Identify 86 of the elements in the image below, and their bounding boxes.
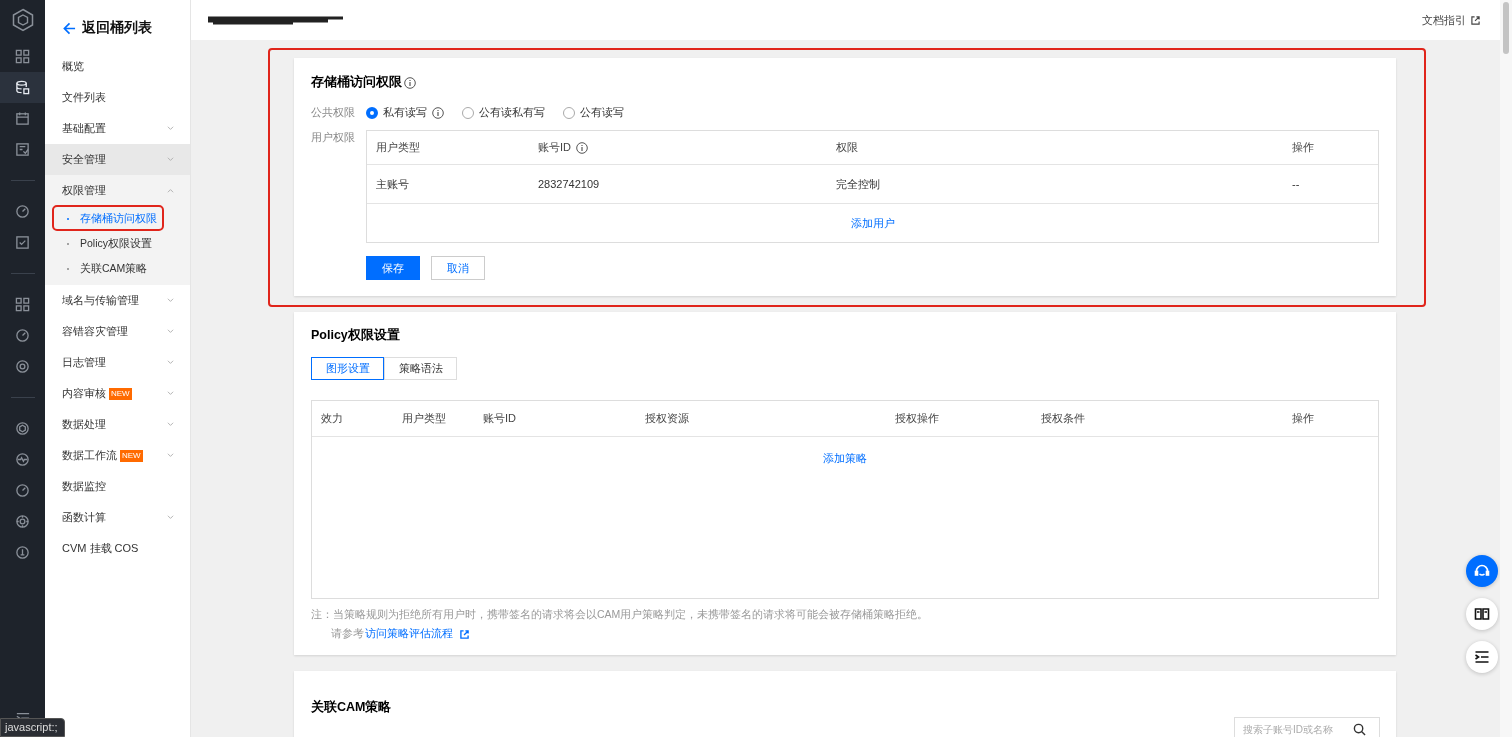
note-text: 请参考 (331, 627, 364, 641)
outline-button[interactable] (1466, 641, 1498, 673)
new-badge: NEW (120, 449, 143, 462)
table-cell: 主账号 (376, 176, 409, 192)
coin-icon[interactable] (15, 545, 30, 560)
column-header: 授权资源 (645, 411, 689, 426)
book-icon (1474, 606, 1490, 622)
sidebar-item[interactable]: 安全管理 (45, 144, 190, 175)
table-cell: 2832742109 (538, 178, 600, 190)
field-label: 公共权限 (311, 105, 356, 120)
add-user-link[interactable]: 添加用户 (850, 215, 895, 231)
sidebar-item[interactable]: 基础配置 (45, 113, 190, 144)
column-header: 授权条件 (1041, 411, 1085, 426)
note-text: 当策略规则为拒绝所有用户时，携带签名的请求将会以CAM用户策略判定，未携带签名的请求将可能会被存储桶策略拒绝。 (333, 608, 929, 622)
radio-label[interactable]: 公有读私有写 (479, 105, 545, 120)
database-icon[interactable] (15, 80, 30, 95)
gear-icon[interactable] (15, 514, 30, 529)
column-header: 账号ID (483, 411, 516, 426)
headset-icon (1474, 563, 1490, 579)
cancel-button[interactable]: 取消 (431, 256, 485, 280)
tab[interactable]: 图形设置 (311, 357, 384, 380)
sidebar-item[interactable]: 数据工作流 NEW (45, 440, 190, 471)
radio-label[interactable]: 私有读写 (383, 105, 427, 120)
status-tooltip: javascript:; (0, 718, 65, 737)
column-header: 效力 (321, 411, 343, 426)
column-header: 操作 (1292, 140, 1314, 155)
gauge-icon[interactable] (15, 328, 30, 343)
calendar-icon[interactable] (15, 111, 30, 126)
sidebar-item[interactable]: 域名与传输管理 (45, 285, 190, 316)
sidebar-item[interactable]: 文件列表 (45, 82, 190, 113)
search-field[interactable]: 搜索子账号ID或名称 (1234, 717, 1380, 737)
tab[interactable]: 策略语法 (384, 357, 457, 380)
column-header: 用户类型 (376, 140, 420, 155)
info-icon[interactable] (576, 141, 588, 154)
column-header: 权限 (836, 140, 858, 155)
sidebar-subitem[interactable]: 存储桶访问权限 (45, 206, 190, 231)
sidebar-item[interactable]: 数据监控 (45, 471, 190, 502)
pulse-icon[interactable] (15, 452, 30, 467)
sidebar-item[interactable]: 概览 (45, 51, 190, 82)
policy-evaluation-link[interactable]: 访问策略评估流程 (365, 627, 453, 641)
sidebar-item[interactable]: 容错容灾管理 (45, 316, 190, 347)
target-icon[interactable] (15, 359, 30, 374)
card-title: Policy权限设置 (311, 327, 401, 344)
sidebar-item[interactable]: 数据处理 (45, 409, 190, 440)
column-header: 授权操作 (895, 411, 939, 426)
external-link-icon[interactable] (1471, 15, 1480, 25)
note-label: 注： (311, 608, 333, 622)
search-icon[interactable] (1353, 722, 1366, 736)
external-link-icon[interactable] (460, 629, 469, 639)
card-title: 存储桶访问权限 (311, 74, 402, 91)
radio-button[interactable] (366, 106, 378, 119)
info-icon[interactable] (404, 76, 416, 89)
new-badge: NEW (109, 387, 132, 400)
gauge-icon[interactable] (15, 204, 30, 219)
column-header: 账号ID (538, 140, 571, 155)
grid-icon[interactable] (15, 297, 30, 312)
grid-icon[interactable] (15, 49, 30, 64)
scrollbar-thumb[interactable] (1503, 2, 1509, 54)
table-cell: 完全控制 (836, 176, 880, 192)
sidebar-subitem[interactable]: Policy权限设置 (45, 231, 190, 256)
back-link[interactable]: 返回桶列表 (45, 0, 190, 43)
radio-label[interactable]: 公有读写 (580, 105, 624, 120)
list-icon (1474, 649, 1490, 665)
sidebar-subitem[interactable]: 关联CAM策略 (45, 256, 190, 281)
support-button[interactable] (1466, 555, 1498, 587)
card-title: 关联CAM策略 (311, 699, 393, 716)
back-arrow-icon (63, 21, 76, 35)
field-label: 用户权限 (311, 130, 356, 145)
sidebar-item[interactable]: 内容审核 NEW (45, 378, 190, 409)
info-icon[interactable] (432, 106, 444, 119)
column-header: 用户类型 (402, 411, 446, 426)
column-header: 操作 (1292, 411, 1314, 426)
doc-icon[interactable] (15, 142, 30, 157)
gauge-icon[interactable] (15, 483, 30, 498)
sidebar-item[interactable]: 函数计算 (45, 502, 190, 533)
cube-icon[interactable] (15, 421, 30, 436)
doc-guide-link[interactable]: 文档指引 (1422, 12, 1466, 28)
save-button[interactable]: 保存 (366, 256, 420, 280)
add-policy-link[interactable]: 添加策略 (823, 451, 867, 598)
check-icon[interactable] (15, 235, 30, 250)
sidebar-item[interactable]: CVM 挂载 COS (45, 533, 190, 564)
table-cell: -- (1292, 178, 1300, 190)
cube-logo-icon[interactable] (10, 8, 35, 32)
docs-button[interactable] (1466, 598, 1498, 630)
sidebar-item[interactable]: 权限管理 (45, 175, 190, 206)
sidebar-item[interactable]: 日志管理 (45, 347, 190, 378)
